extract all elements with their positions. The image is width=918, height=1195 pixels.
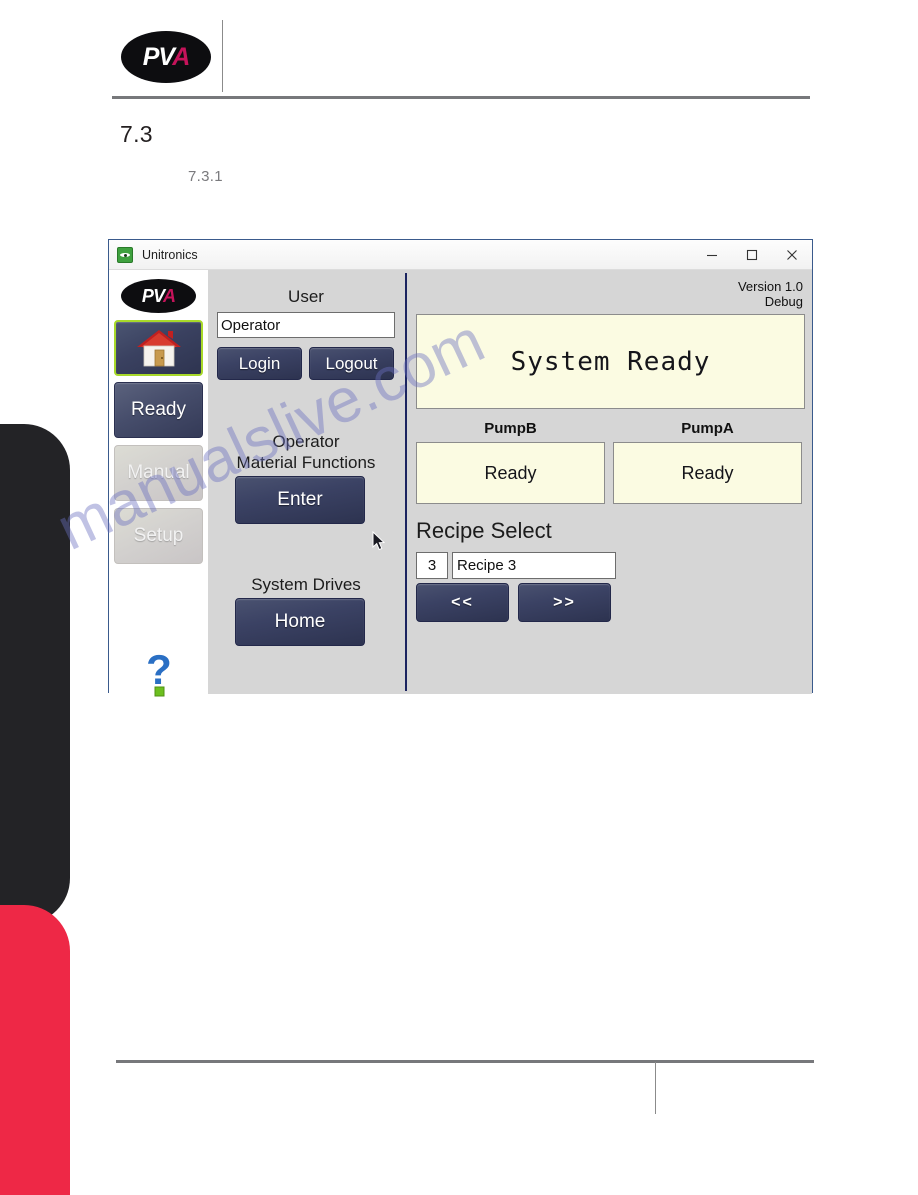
window-controls <box>692 240 812 269</box>
version-line-2: Debug <box>764 294 803 309</box>
svg-text:?: ? <box>146 646 172 693</box>
maximize-icon[interactable] <box>732 240 772 269</box>
logout-button-label: Logout <box>325 353 378 373</box>
pump-b-status-text: Ready <box>484 462 537 483</box>
footer-horizontal-rule <box>116 1060 814 1063</box>
pva-logo-header: PVA <box>121 31 211 83</box>
sidebar-item-label-manual: Manual <box>127 462 190 483</box>
sidebar-item-home[interactable] <box>114 320 203 376</box>
pump-a-status-text: Ready <box>681 462 734 483</box>
recipe-previous-button[interactable]: << <box>416 583 509 622</box>
window-title: Unitronics <box>142 247 198 262</box>
enter-button[interactable]: Enter <box>235 476 365 524</box>
header-horizontal-rule <box>112 96 810 99</box>
application-window: Unitronics PVA Ready Manual Setup ? User… <box>108 239 813 697</box>
recipe-next-label: >> <box>553 593 576 611</box>
house-icon <box>135 327 183 369</box>
pump-b-label: PumpB <box>484 420 537 437</box>
page-edge-decoration-dark <box>0 424 70 924</box>
unitronics-icon <box>117 246 133 263</box>
page-header: PVA <box>0 0 918 110</box>
logo-text-accent: A <box>172 42 190 71</box>
subsection-heading-number: 7.3.1 <box>188 168 223 185</box>
header-vertical-divider <box>222 20 223 92</box>
sidebar-item-label-ready: Ready <box>131 399 186 420</box>
user-label: User <box>288 287 324 306</box>
right-status-column: Version 1.0 Debug System Ready PumpB Pum… <box>407 270 812 694</box>
page-edge-decoration-red <box>0 905 70 1195</box>
home-drives-button-label: Home <box>274 611 326 632</box>
system-drives-label: System Drives <box>251 575 361 594</box>
logo-text-prefix: PV <box>142 42 173 71</box>
sidebar-item-ready[interactable]: Ready <box>114 382 203 438</box>
pump-a-label: PumpA <box>681 420 734 437</box>
sidebar-logo-accent: A <box>162 286 176 306</box>
enter-button-label: Enter <box>277 489 323 510</box>
main-content: User Login Logout Operator Material Func… <box>208 270 812 694</box>
window-body: PVA Ready Manual Setup ? User Operator L… <box>109 270 812 697</box>
recipe-previous-label: << <box>451 593 474 611</box>
login-button-label: Login <box>238 353 281 373</box>
system-status-text: System Ready <box>510 346 711 377</box>
logout-button[interactable]: Logout <box>309 347 394 380</box>
sidebar: PVA Ready Manual Setup ? <box>109 270 208 697</box>
close-icon[interactable] <box>772 240 812 269</box>
recipe-number-field[interactable]: 3 <box>416 552 448 579</box>
minimize-icon[interactable] <box>692 240 732 269</box>
home-drives-button[interactable]: Home <box>235 598 365 646</box>
left-control-column: User Login Logout Operator Material Func… <box>208 270 404 694</box>
sidebar-item-manual[interactable]: Manual <box>114 445 203 501</box>
operator-material-functions-label-line2: Material Functions <box>236 453 376 472</box>
section-heading-number: 7.3 <box>120 121 153 147</box>
window-titlebar[interactable]: Unitronics <box>109 240 812 270</box>
version-line-1: Version 1.0 <box>737 279 803 294</box>
recipe-next-button[interactable]: >> <box>518 583 611 622</box>
question-mark-help-icon[interactable]: ? <box>137 646 181 698</box>
system-status-display: System Ready <box>416 314 805 409</box>
footer-vertical-divider <box>655 1062 656 1114</box>
version-info: Version 1.0 Debug <box>738 279 803 309</box>
sidebar-item-label-setup: Setup <box>133 525 184 546</box>
sidebar-logo-prefix: PV <box>141 286 164 306</box>
pump-a-status-display: Ready <box>613 442 802 504</box>
operator-material-functions-label-line1: Operator <box>272 432 340 451</box>
sidebar-item-setup[interactable]: Setup <box>114 508 203 564</box>
recipe-select-label: Recipe Select <box>416 518 552 543</box>
recipe-name-field[interactable] <box>452 552 616 579</box>
login-button[interactable]: Login <box>217 347 302 380</box>
user-input[interactable] <box>217 312 395 338</box>
pva-logo-sidebar: PVA <box>121 279 196 313</box>
pump-b-status-display: Ready <box>416 442 605 504</box>
